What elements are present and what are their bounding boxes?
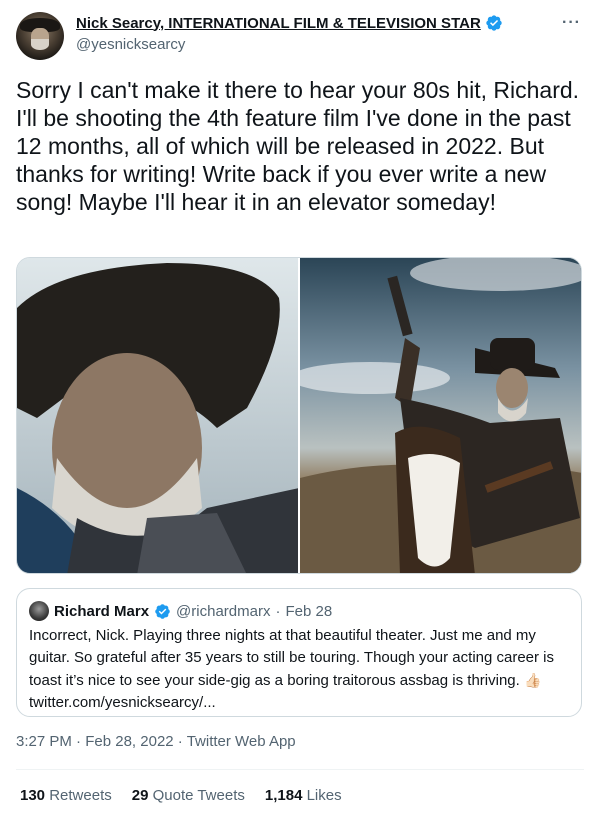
tweet-meta: 3:27 PM · Feb 28, 2022 · Twitter Web App: [16, 733, 296, 750]
quotes-label: Quote Tweets: [152, 787, 245, 804]
divider: [16, 769, 584, 770]
quoted-tweet[interactable]: Richard Marx @richardmarx · Feb 28 Incor…: [16, 588, 582, 717]
tweet-source-app[interactable]: Twitter Web App: [187, 733, 296, 750]
quoted-tweet-link[interactable]: twitter.com/yesnicksearcy/...: [29, 694, 216, 711]
quoted-date: Feb 28: [285, 602, 333, 620]
quoted-tweet-body: Incorrect, Nick. Playing three nights at…: [29, 627, 555, 689]
tweet-time[interactable]: 3:27 PM: [16, 733, 72, 750]
retweets-label: Retweets: [49, 787, 112, 804]
cowboy-on-horse-photo[interactable]: [300, 258, 581, 573]
quoted-separator: ·: [275, 602, 281, 620]
more-options-icon[interactable]: ···: [562, 14, 581, 32]
avatar-beard: [31, 39, 49, 50]
likes-stat[interactable]: 1,184 Likes: [265, 787, 342, 804]
author-handle[interactable]: @yesnicksearcy: [76, 36, 185, 53]
likes-label: Likes: [306, 787, 342, 804]
quoted-author-avatar: [29, 601, 49, 621]
quoted-tweet-text: Incorrect, Nick. Playing three nights at…: [29, 625, 569, 714]
meta-separator-2: ·: [177, 733, 183, 750]
cowboy-closeup-illustration: [17, 258, 298, 573]
quoted-verified-badge-icon: [155, 603, 170, 619]
quoted-author-handle: @richardmarx: [176, 602, 271, 620]
cowboy-closeup-photo[interactable]: [17, 258, 298, 573]
tweet-stats: 130 Retweets 29 Quote Tweets 1,184 Likes: [20, 787, 342, 804]
meta-separator: ·: [76, 733, 82, 750]
tweet: Nick Searcy, INTERNATIONAL FILM & TELEVI…: [0, 0, 600, 818]
quotes-count: 29: [131, 787, 149, 804]
quoted-tweet-header: Richard Marx @richardmarx · Feb 28: [29, 601, 332, 621]
author-avatar[interactable]: [16, 12, 64, 60]
cowboy-on-horse-illustration: [300, 258, 581, 573]
retweets-stat[interactable]: 130 Retweets: [20, 787, 112, 804]
tweet-text: Sorry I can't make it there to hear your…: [16, 77, 580, 215]
verified-badge-icon: [486, 15, 502, 31]
tweet-date[interactable]: Feb 28, 2022: [85, 733, 173, 750]
tweet-media[interactable]: [16, 257, 582, 574]
quote-tweets-stat[interactable]: 29 Quote Tweets: [132, 787, 245, 804]
author-display-name[interactable]: Nick Searcy, INTERNATIONAL FILM & TELEVI…: [76, 15, 481, 32]
retweets-count: 130: [20, 787, 46, 804]
author-name-row: Nick Searcy, INTERNATIONAL FILM & TELEVI…: [76, 14, 503, 32]
likes-count: 1,184: [264, 787, 303, 804]
thumbs-up-icon: 👍🏻: [523, 672, 542, 688]
quoted-author-name: Richard Marx: [54, 602, 150, 620]
